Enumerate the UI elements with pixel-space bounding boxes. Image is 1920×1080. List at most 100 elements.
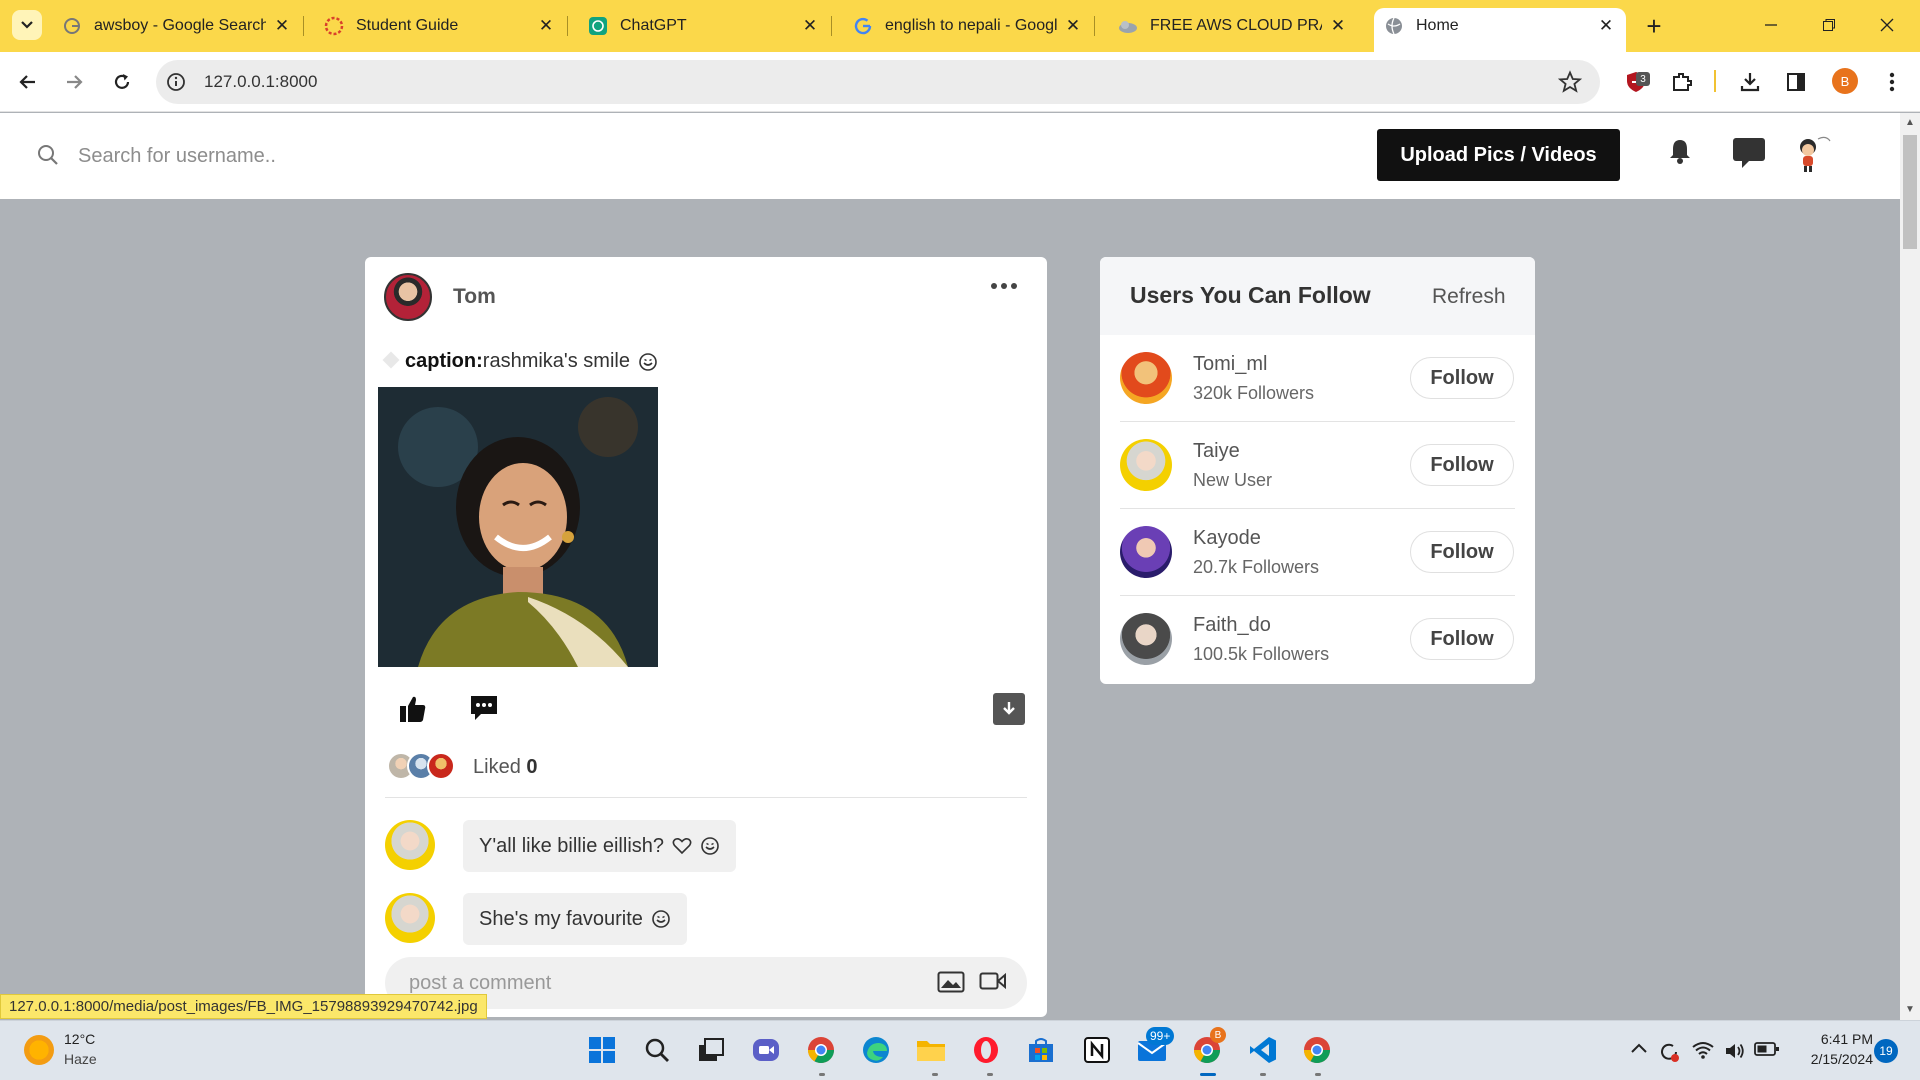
close-icon[interactable]: ✕ — [1063, 16, 1083, 36]
aws-course-icon — [1118, 16, 1138, 36]
bookmark-star-icon[interactable] — [1557, 70, 1583, 99]
username-search-input[interactable] — [78, 139, 478, 173]
suggested-user-followers: 20.7k Followers — [1193, 557, 1320, 577]
avatar[interactable] — [1120, 352, 1172, 404]
close-icon[interactable]: ✕ — [1328, 16, 1348, 36]
suggested-user-name[interactable]: Tomi_ml — [1193, 353, 1267, 376]
image-icon[interactable] — [937, 971, 965, 998]
suggested-user-name[interactable]: Kayode — [1193, 527, 1261, 550]
bell-icon[interactable] — [1668, 137, 1692, 170]
minimize-button[interactable] — [1748, 8, 1794, 42]
close-icon[interactable]: ✕ — [800, 16, 820, 36]
page-scrollbar[interactable] — [1900, 113, 1920, 1020]
follow-button[interactable]: Follow — [1410, 357, 1514, 399]
notion-taskbar-icon[interactable] — [1080, 1033, 1114, 1067]
chrome-secondary-taskbar-icon[interactable] — [1300, 1033, 1334, 1067]
suggested-user-name[interactable]: Taiye — [1193, 440, 1240, 463]
thumbs-up-icon — [400, 696, 426, 722]
extensions-button[interactable] — [1666, 66, 1698, 98]
vscode-taskbar-icon[interactable] — [1246, 1033, 1280, 1067]
wifi-icon[interactable] — [1692, 1041, 1714, 1064]
notification-count-badge[interactable]: 19 — [1874, 1039, 1898, 1063]
refresh-button[interactable]: Refresh — [1432, 285, 1506, 309]
back-button[interactable] — [12, 66, 44, 98]
post-image[interactable] — [378, 387, 658, 667]
follow-button[interactable]: Follow — [1410, 444, 1514, 486]
avatar[interactable] — [1120, 439, 1172, 491]
suggested-user-name[interactable]: Faith_do — [1193, 614, 1271, 637]
comment-bubble: She's my favourite — [463, 893, 687, 945]
close-window-button[interactable] — [1864, 8, 1910, 42]
weather-description[interactable]: Haze — [64, 1051, 97, 1067]
task-view-button[interactable] — [694, 1033, 728, 1067]
commenter-avatar[interactable] — [385, 820, 435, 870]
dot-icon — [1011, 283, 1017, 289]
tab-student-guide[interactable]: Student Guide ✕ — [314, 8, 568, 44]
reload-icon — [114, 74, 130, 89]
chevron-down-icon — [21, 21, 33, 29]
scrollbar-thumb[interactable] — [1903, 135, 1917, 249]
sync-icon[interactable] — [1658, 1041, 1680, 1068]
clock-time[interactable]: 6:41 PM — [1799, 1031, 1873, 1047]
download-icon — [1740, 73, 1760, 92]
post-author-name[interactable]: Tom — [453, 285, 496, 309]
close-icon[interactable]: ✕ — [1596, 16, 1616, 36]
download-button[interactable] — [993, 693, 1025, 725]
commenter-avatar[interactable] — [385, 893, 435, 943]
windows-taskbar: 12°C Haze 99+ B 6:41 PM 2/15/2024 19 — [0, 1020, 1920, 1080]
globe-icon — [1384, 16, 1404, 36]
user-profile-avatar[interactable] — [1794, 133, 1834, 178]
forward-button[interactable] — [58, 66, 90, 98]
new-tab-button[interactable]: + — [1640, 11, 1668, 41]
chat-icon[interactable] — [1732, 137, 1766, 174]
start-button[interactable] — [585, 1033, 619, 1067]
weather-temperature[interactable]: 12°C — [64, 1031, 95, 1047]
restore-button[interactable] — [1806, 8, 1852, 42]
link-status-url: 127.0.0.1:8000/media/post_images/FB_IMG_… — [0, 994, 487, 1019]
comment-button[interactable] — [469, 694, 499, 727]
side-panel-button[interactable] — [1780, 66, 1812, 98]
follow-button[interactable]: Follow — [1410, 531, 1514, 573]
like-button[interactable] — [398, 694, 428, 729]
search-icon — [36, 143, 60, 172]
video-icon[interactable] — [979, 971, 1007, 996]
scroll-down-arrow-icon[interactable]: ▼ — [1905, 1004, 1915, 1015]
opera-taskbar-icon[interactable] — [969, 1033, 1003, 1067]
tab-search-button[interactable] — [12, 10, 42, 40]
tab-title: FREE AWS CLOUD PRACT — [1150, 17, 1322, 34]
comment-icon — [471, 696, 497, 720]
tab-home[interactable]: Home ✕ — [1374, 8, 1626, 52]
file-explorer-taskbar-icon[interactable] — [914, 1033, 948, 1067]
edge-taskbar-icon[interactable] — [859, 1033, 893, 1067]
avatar[interactable] — [1120, 526, 1172, 578]
arrow-left-icon — [19, 75, 35, 89]
close-icon[interactable]: ✕ — [272, 16, 292, 36]
browser-menu-button[interactable] — [1876, 66, 1908, 98]
scroll-up-arrow-icon[interactable]: ▲ — [1905, 117, 1915, 128]
chrome-taskbar-icon[interactable] — [804, 1033, 838, 1067]
tab-awsboy[interactable]: awsboy - Google Search ✕ — [52, 8, 304, 44]
store-taskbar-icon[interactable] — [1024, 1033, 1058, 1067]
profile-avatar[interactable]: B — [1832, 68, 1858, 94]
tab-chatgpt[interactable]: ChatGPT ✕ — [578, 8, 832, 44]
follow-button[interactable]: Follow — [1410, 618, 1514, 660]
smiley-icon — [652, 910, 670, 928]
volume-icon[interactable] — [1724, 1041, 1746, 1066]
weather-haze-icon[interactable] — [24, 1035, 54, 1065]
clock-date[interactable]: 2/15/2024 — [1790, 1051, 1873, 1067]
post-author-avatar[interactable] — [384, 273, 432, 321]
downloads-button[interactable] — [1734, 66, 1766, 98]
chevron-up-icon[interactable] — [1630, 1041, 1648, 1060]
post-options-button[interactable] — [991, 283, 1017, 289]
avatar[interactable] — [1120, 613, 1172, 665]
tab-english-to-nepali[interactable]: english to nepali - Googl ✕ — [843, 8, 1095, 44]
tab-aws-course[interactable]: FREE AWS CLOUD PRACT ✕ — [1108, 8, 1358, 44]
address-bar[interactable]: 127.0.0.1:8000 — [156, 60, 1600, 104]
battery-icon[interactable] — [1754, 1041, 1780, 1062]
close-icon[interactable]: ✕ — [536, 16, 556, 36]
taskbar-search-button[interactable] — [640, 1033, 674, 1067]
site-info-icon[interactable] — [166, 72, 186, 97]
teams-chat-button[interactable] — [749, 1033, 783, 1067]
upload-button[interactable]: Upload Pics / Videos — [1377, 129, 1620, 181]
reload-button[interactable] — [106, 66, 138, 98]
